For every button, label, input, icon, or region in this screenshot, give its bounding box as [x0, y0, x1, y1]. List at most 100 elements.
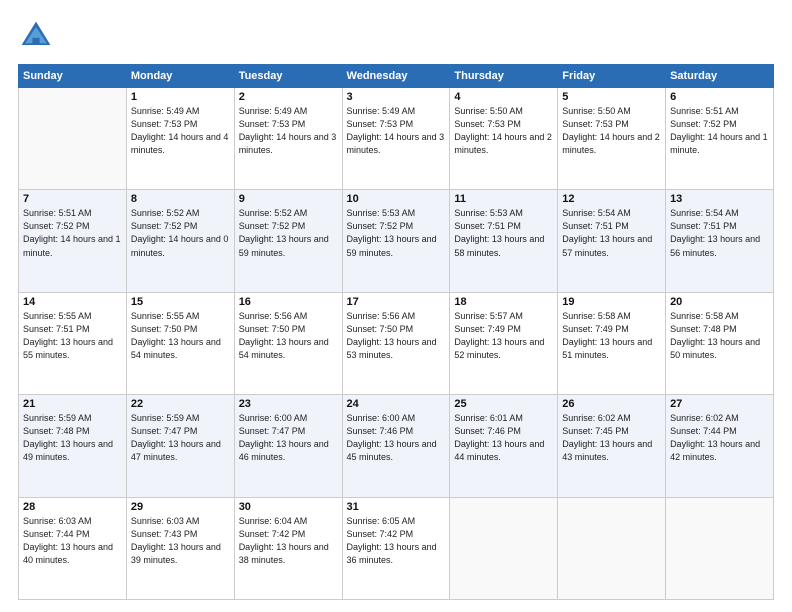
- header-row: SundayMondayTuesdayWednesdayThursdayFrid…: [19, 65, 774, 88]
- day-number: 3: [347, 91, 446, 103]
- column-header-wednesday: Wednesday: [342, 65, 450, 88]
- sunset-text: Sunset: 7:50 PM: [347, 323, 446, 336]
- calendar-cell: 21 Sunrise: 5:59 AMSunset: 7:48 PMDayligh…: [19, 395, 127, 497]
- day-number: 9: [239, 193, 338, 205]
- sunset-text: Sunset: 7:51 PM: [23, 323, 122, 336]
- calendar-cell: 14Sunrise: 5:55 AMSunset: 7:51 PMDayligh…: [19, 292, 127, 394]
- day-number: 4: [454, 91, 553, 103]
- sunrise-text: Sunrise: 5:56 AM: [239, 310, 338, 323]
- calendar-cell: 10Sunrise: 5:53 AMSunset: 7:52 PMDayligh…: [342, 190, 450, 292]
- sunset-text: Sunset: 7:51 PM: [670, 220, 769, 233]
- day-number: 25: [454, 398, 553, 410]
- sunrise-text: Sunrise: 6:00 AM: [239, 412, 338, 425]
- calendar-cell: 22Sunrise: 5:59 AMSunset: 7:47 PMDayligh…: [126, 395, 234, 497]
- day-number: 29: [131, 501, 230, 513]
- calendar-cell: 4 Sunrise: 5:50 AMSunset: 7:53 PMDaylight…: [450, 88, 558, 190]
- day-number: 17: [347, 296, 446, 308]
- week-row: 21Sunrise: 5:59 AMSunset: 7:48 PMDayligh…: [19, 395, 774, 497]
- day-number: 1: [131, 91, 230, 103]
- daylight-text: Daylight: 13 hours and 55 minutes.: [23, 336, 122, 362]
- sunrise-text: Sunrise: 5:52 AM: [131, 207, 230, 220]
- daylight-text: Daylight: 13 hours and 54 minutes.: [131, 336, 230, 362]
- sunrise-text: Sunrise: 5:58 AM: [562, 310, 661, 323]
- calendar-cell: 15Sunrise: 5:55 AMSunset: 7:50 PMDayligh…: [126, 292, 234, 394]
- day-number: 7: [23, 193, 122, 205]
- daylight-text: Daylight: 14 hours and 4 minutes.: [131, 131, 230, 157]
- day-number: 30: [239, 501, 338, 513]
- sunset-text: Sunset: 7:53 PM: [454, 118, 553, 131]
- logo: [18, 18, 58, 54]
- sunset-text: Sunset: 7:48 PM: [23, 425, 122, 438]
- sunset-text: Sunset: 7:52 PM: [131, 220, 230, 233]
- sunrise-text: Sunrise: 5:59 AM: [23, 412, 122, 425]
- daylight-text: Daylight: 13 hours and 52 minutes.: [454, 336, 553, 362]
- column-header-friday: Friday: [558, 65, 666, 88]
- sunrise-text: Sunrise: 5:51 AM: [23, 207, 122, 220]
- calendar-cell: 18Sunrise: 5:57 AMSunset: 7:49 PMDayligh…: [450, 292, 558, 394]
- sunset-text: Sunset: 7:53 PM: [562, 118, 661, 131]
- day-number: 26: [562, 398, 661, 410]
- calendar-cell: [450, 497, 558, 599]
- daylight-text: Daylight: 13 hours and 58 minutes.: [454, 233, 553, 259]
- column-header-saturday: Saturday: [666, 65, 774, 88]
- daylight-text: Daylight: 14 hours and 1 minute.: [670, 131, 769, 157]
- day-number: 5: [562, 91, 661, 103]
- sunrise-text: Sunrise: 5:49 AM: [131, 105, 230, 118]
- daylight-text: Daylight: 14 hours and 2 minutes.: [562, 131, 661, 157]
- calendar-cell: 2Sunrise: 5:49 AMSunset: 7:53 PMDaylight…: [234, 88, 342, 190]
- sunrise-text: Sunrise: 6:02 AM: [562, 412, 661, 425]
- calendar-cell: 25 Sunrise: 6:01 AMSunset: 7:46 PMDayligh…: [450, 395, 558, 497]
- week-row: 14Sunrise: 5:55 AMSunset: 7:51 PMDayligh…: [19, 292, 774, 394]
- sunset-text: Sunset: 7:46 PM: [454, 425, 553, 438]
- sunset-text: Sunset: 7:49 PM: [562, 323, 661, 336]
- day-number: 10: [347, 193, 446, 205]
- calendar-cell: 5 Sunrise: 5:50 AMSunset: 7:53 PMDaylight…: [558, 88, 666, 190]
- column-header-sunday: Sunday: [19, 65, 127, 88]
- day-number: 27: [670, 398, 769, 410]
- sunset-text: Sunset: 7:42 PM: [347, 528, 446, 541]
- calendar-cell: 9Sunrise: 5:52 AMSunset: 7:52 PMDaylight…: [234, 190, 342, 292]
- daylight-text: Daylight: 13 hours and 49 minutes.: [23, 438, 122, 464]
- sunrise-text: Sunrise: 6:04 AM: [239, 515, 338, 528]
- daylight-text: Daylight: 13 hours and 42 minutes.: [670, 438, 769, 464]
- column-header-tuesday: Tuesday: [234, 65, 342, 88]
- header: [18, 18, 774, 54]
- week-row: 28Sunrise: 6:03 AMSunset: 7:44 PMDayligh…: [19, 497, 774, 599]
- calendar-cell: 28Sunrise: 6:03 AMSunset: 7:44 PMDayligh…: [19, 497, 127, 599]
- sunrise-text: Sunrise: 5:50 AM: [454, 105, 553, 118]
- daylight-text: Daylight: 13 hours and 50 minutes.: [670, 336, 769, 362]
- calendar-cell: 13Sunrise: 5:54 AMSunset: 7:51 PMDayligh…: [666, 190, 774, 292]
- day-number: 21: [23, 398, 122, 410]
- daylight-text: Daylight: 13 hours and 59 minutes.: [347, 233, 446, 259]
- sunrise-text: Sunrise: 5:55 AM: [23, 310, 122, 323]
- sunset-text: Sunset: 7:44 PM: [23, 528, 122, 541]
- daylight-text: Daylight: 13 hours and 56 minutes.: [670, 233, 769, 259]
- day-number: 8: [131, 193, 230, 205]
- daylight-text: Daylight: 14 hours and 2 minutes.: [454, 131, 553, 157]
- sunrise-text: Sunrise: 6:03 AM: [23, 515, 122, 528]
- sunset-text: Sunset: 7:50 PM: [239, 323, 338, 336]
- calendar-cell: 7Sunrise: 5:51 AMSunset: 7:52 PMDaylight…: [19, 190, 127, 292]
- day-number: 13: [670, 193, 769, 205]
- daylight-text: Daylight: 13 hours and 44 minutes.: [454, 438, 553, 464]
- calendar-cell: 8Sunrise: 5:52 AMSunset: 7:52 PMDaylight…: [126, 190, 234, 292]
- sunset-text: Sunset: 7:52 PM: [23, 220, 122, 233]
- daylight-text: Daylight: 13 hours and 54 minutes.: [239, 336, 338, 362]
- calendar-cell: 27Sunrise: 6:02 AMSunset: 7:44 PMDayligh…: [666, 395, 774, 497]
- sunrise-text: Sunrise: 6:05 AM: [347, 515, 446, 528]
- sunrise-text: Sunrise: 5:57 AM: [454, 310, 553, 323]
- day-number: 16: [239, 296, 338, 308]
- sunset-text: Sunset: 7:45 PM: [562, 425, 661, 438]
- calendar-cell: 31Sunrise: 6:05 AMSunset: 7:42 PMDayligh…: [342, 497, 450, 599]
- daylight-text: Daylight: 13 hours and 45 minutes.: [347, 438, 446, 464]
- sunset-text: Sunset: 7:47 PM: [239, 425, 338, 438]
- sunset-text: Sunset: 7:52 PM: [347, 220, 446, 233]
- calendar-cell: 19Sunrise: 5:58 AMSunset: 7:49 PMDayligh…: [558, 292, 666, 394]
- calendar-cell: 23Sunrise: 6:00 AMSunset: 7:47 PMDayligh…: [234, 395, 342, 497]
- sunset-text: Sunset: 7:52 PM: [239, 220, 338, 233]
- sunrise-text: Sunrise: 5:50 AM: [562, 105, 661, 118]
- sunrise-text: Sunrise: 6:01 AM: [454, 412, 553, 425]
- calendar-table: SundayMondayTuesdayWednesdayThursdayFrid…: [18, 64, 774, 600]
- day-number: 15: [131, 296, 230, 308]
- sunset-text: Sunset: 7:52 PM: [670, 118, 769, 131]
